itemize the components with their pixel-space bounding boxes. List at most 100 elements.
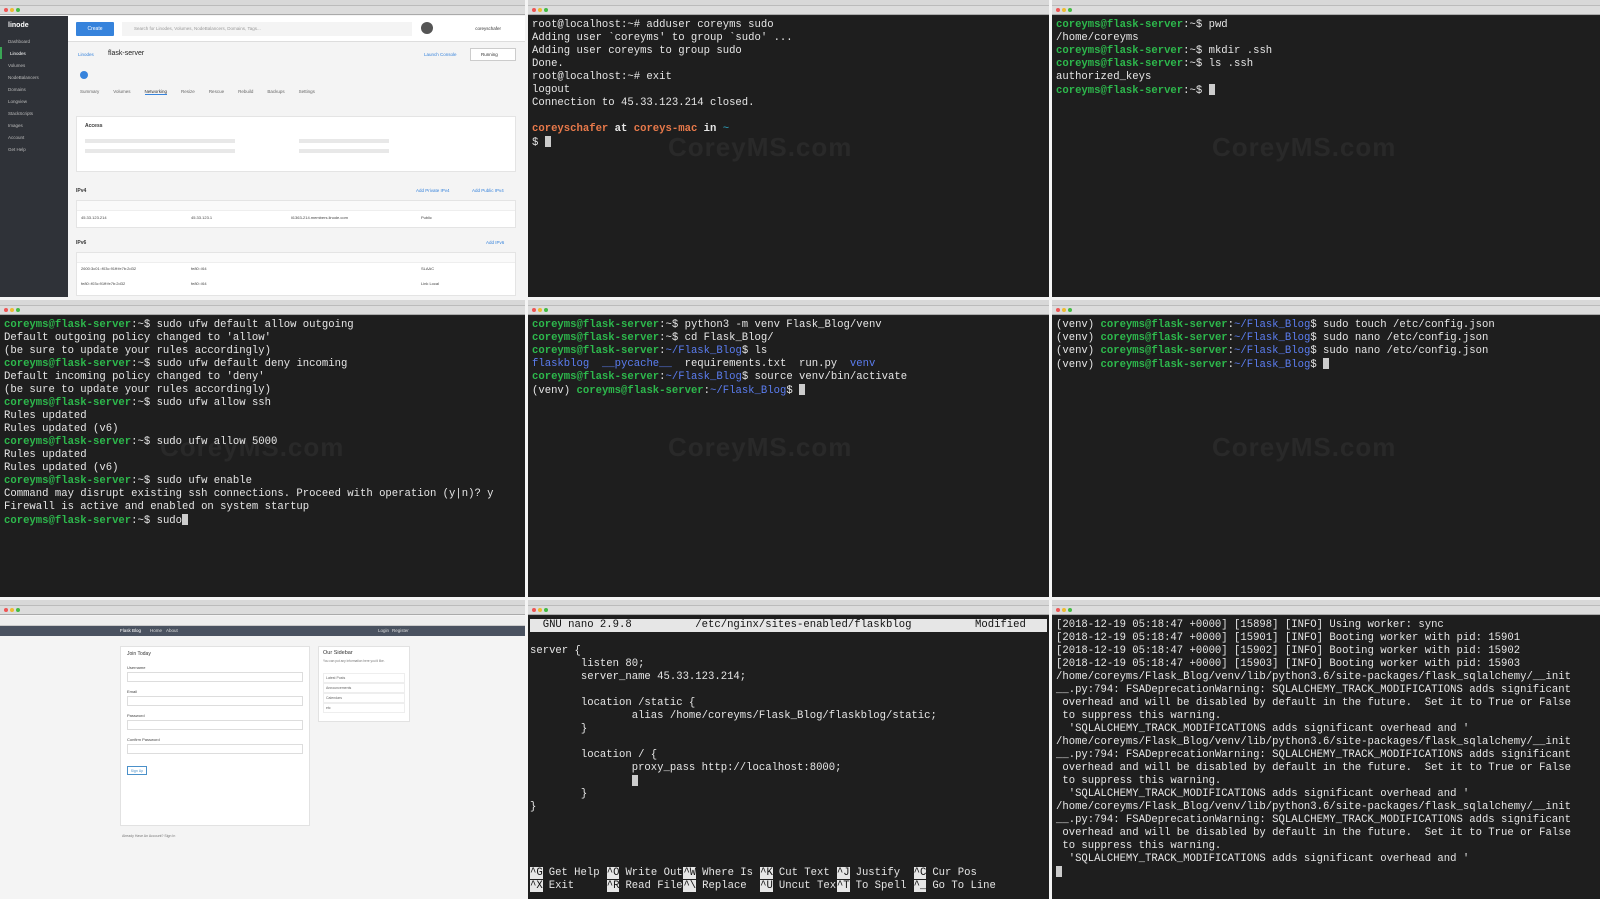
shortcut-key[interactable]: ^U (760, 880, 773, 892)
table-cell: li1363-214.members.linode.com (291, 215, 348, 220)
window-controls[interactable] (1056, 608, 1072, 612)
terminal-line: coreyms@flask-server:~$ pwd (1056, 19, 1596, 32)
avatar[interactable] (421, 22, 433, 34)
nav-register[interactable]: Register (392, 628, 409, 633)
terminal-text: coreyms@flask-server (1056, 45, 1184, 57)
signin-link[interactable]: Already Have An Account? Sign In (122, 834, 175, 838)
shortcut-key[interactable]: ^K (760, 867, 773, 879)
tab-volumes[interactable]: Volumes (113, 89, 130, 95)
blog-sidebar: Our Sidebar You can put any information … (318, 646, 410, 722)
window-controls[interactable] (4, 308, 20, 312)
list-item[interactable]: Latest Posts (323, 673, 405, 683)
status-badge[interactable]: Running (470, 48, 516, 61)
shortcut-key[interactable]: ^\ (683, 880, 697, 892)
browser-titlebar (0, 6, 525, 15)
terminal-text: coreyms@flask-server (532, 371, 660, 383)
shortcut-key[interactable]: ^G (530, 867, 543, 879)
log-line: /home/coreyms/Flask_Blog/venv/lib/python… (1056, 801, 1571, 813)
terminal-text: coreyms@flask-server (4, 475, 132, 487)
shortcut-key[interactable]: ^X (530, 880, 543, 892)
table-cell: 45.33.123.1 (191, 215, 213, 220)
terminal-text: (venv) (1056, 345, 1101, 357)
sidebar-item-volumes[interactable]: Volumes (0, 59, 68, 71)
nav-home[interactable]: Home (150, 628, 162, 633)
terminal-line: root@localhost:~# adduser coreyms sudo (532, 19, 1045, 32)
terminal-text: Rules updated (4, 410, 87, 422)
nav-login[interactable]: Login (378, 628, 389, 633)
sidebar-item-linodes[interactable]: Linodes (0, 47, 68, 59)
sidebar-item-images[interactable]: Images (0, 119, 68, 131)
window-controls[interactable] (4, 8, 20, 12)
search-input[interactable]: Search for Linodes, Volumes, NodeBalance… (122, 22, 412, 36)
terminal-line: coreyms@flask-server:~$ sudo (4, 514, 521, 527)
table-cell: Public (421, 215, 432, 220)
sidebar-item-nodebalancers[interactable]: NodeBalancers (0, 71, 68, 83)
terminal-text: (be sure to update your rules accordingl… (4, 384, 272, 396)
username-field[interactable] (127, 672, 303, 682)
sidebar-item-longview[interactable]: Longview (0, 95, 68, 107)
window-controls[interactable] (532, 608, 548, 612)
launch-console-link[interactable]: Launch Console (424, 52, 457, 57)
username[interactable]: coreyschafer (475, 26, 501, 31)
breadcrumb[interactable]: Linodes (78, 52, 94, 57)
window-controls[interactable] (1056, 308, 1072, 312)
shortcut-key[interactable]: ^T (836, 880, 850, 892)
linode-sidebar: linode Dashboard Linodes Volumes NodeBalanc… (0, 16, 68, 297)
shortcut-key[interactable]: ^_ (913, 880, 927, 892)
confirm-password-field[interactable] (127, 744, 303, 754)
tab-settings[interactable]: Settings (299, 89, 315, 95)
terminal-text: coreyms@flask-server (532, 332, 660, 344)
address-bar[interactable] (0, 616, 525, 626)
list-item[interactable]: etc (323, 703, 405, 713)
terminal-output[interactable]: [2018-12-19 05:18:47 +0000] [15898] [INF… (1052, 616, 1600, 899)
terminal-text: coreyms@flask-server (4, 319, 132, 331)
blog-brand[interactable]: Flask Blog (120, 628, 141, 633)
add-private-ipv4-link[interactable]: Add Private IPv4 (416, 188, 450, 193)
tab-backups[interactable]: Backups (267, 89, 284, 95)
nano-header: GNU nano 2.9.8 /etc/nginx/sites-enabled/… (530, 619, 1047, 632)
add-public-ipv4-link[interactable]: Add Public IPv4 (472, 188, 504, 193)
shortcut-key[interactable]: ^O (606, 867, 620, 879)
email-field[interactable] (127, 696, 303, 706)
shortcut-key[interactable]: ^C (913, 867, 927, 879)
sidebar-item-dashboard[interactable]: Dashboard (0, 35, 68, 47)
shortcut-key[interactable]: ^W (683, 867, 697, 879)
window-controls[interactable] (532, 308, 548, 312)
nano-editor[interactable]: GNU nano 2.9.8 /etc/nginx/sites-enabled/… (528, 616, 1049, 899)
tab-resize[interactable]: Resize (181, 89, 195, 95)
window-controls[interactable] (532, 8, 548, 12)
shortcut-key[interactable]: ^R (606, 880, 620, 892)
sidebar-item-domains[interactable]: Domains (0, 83, 68, 95)
nav-about[interactable]: About (166, 628, 178, 633)
shortcut-key[interactable]: ^J (836, 867, 850, 879)
list-item[interactable]: Announcements (323, 683, 405, 693)
terminal-text: coreyms@flask-server (1100, 345, 1228, 357)
log-line: [2018-12-19 05:18:47 +0000] [15902] [INF… (1056, 645, 1521, 657)
sidebar-item-account[interactable]: Account (0, 131, 68, 143)
log-line: overhead and will be disabled by default… (1056, 827, 1571, 839)
tab-networking[interactable]: Networking (144, 89, 168, 95)
password-field[interactable] (127, 720, 303, 730)
log-line: /home/coreyms/Flask_Blog/venv/lib/python… (1056, 671, 1571, 683)
window-controls[interactable] (4, 608, 20, 612)
code-line: listen 80; (530, 658, 645, 670)
signup-button[interactable]: Sign Up (127, 766, 147, 775)
tab-summary[interactable]: Summary (80, 89, 99, 95)
tab-rebuild[interactable]: Rebuild (238, 89, 253, 95)
list-item[interactable]: Calendars (323, 693, 405, 703)
shortcut-label: Read File (625, 880, 683, 892)
sidebar-item-get-help[interactable]: Get Help (0, 143, 68, 155)
terminal-window-nano: GNU nano 2.9.8 /etc/nginx/sites-enabled/… (528, 600, 1049, 899)
add-ipv6-link[interactable]: Add IPv6 (486, 240, 504, 245)
tag-icon[interactable] (80, 71, 88, 79)
log-line: overhead and will be disabled by default… (1056, 762, 1571, 774)
code-line: proxy_pass http://localhost:8000; (530, 762, 842, 774)
terminal-line: (be sure to update your rules accordingl… (4, 345, 521, 358)
code-line: location / { (530, 749, 658, 761)
window-controls[interactable] (1056, 8, 1072, 12)
terminal-text: $ ls (741, 345, 768, 357)
table-cell (291, 266, 421, 281)
sidebar-item-stackscripts[interactable]: StackScripts (0, 107, 68, 119)
tab-rescue[interactable]: Rescue (209, 89, 224, 95)
create-button[interactable]: Create (76, 22, 114, 36)
